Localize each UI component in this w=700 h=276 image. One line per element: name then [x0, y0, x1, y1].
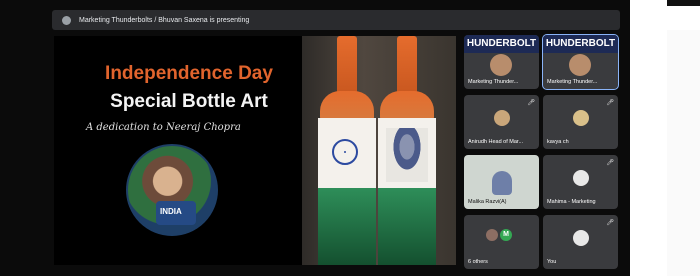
athlete-photo: INDIA — [126, 144, 218, 236]
portrait-sketch — [386, 128, 428, 182]
participant-tile[interactable]: HUNDERBOLT Marketing Thunder... — [464, 35, 539, 89]
mic-off-icon: 🎤︎ — [606, 160, 614, 166]
participant-avatar — [573, 110, 589, 126]
participant-name: Marketing Thunder... — [547, 79, 598, 85]
participant-name: Malika Razvi(A) — [468, 199, 507, 205]
bottle-art-photo — [302, 36, 456, 265]
jersey-text: INDIA — [160, 207, 182, 216]
self-tile[interactable]: 🎤︎ You — [543, 215, 618, 269]
bottle-right — [376, 36, 438, 265]
mic-off-icon: 🎤︎ — [606, 220, 614, 226]
participant-tile[interactable]: HUNDERBOLT Marketing Thunder... — [542, 34, 619, 90]
participant-name: Marketing Thunder... — [468, 79, 519, 85]
others-tile[interactable]: M 6 others — [464, 215, 539, 269]
tile-banner: HUNDERBOLT — [464, 35, 539, 53]
participant-video — [569, 54, 591, 76]
participant-tile[interactable]: Malika Razvi(A) — [464, 155, 539, 209]
participant-tile[interactable]: 🎤︎ Anirudh Head of Mar... — [464, 95, 539, 149]
tile-banner: HUNDERBOLT — [543, 35, 618, 53]
slide-subtitle: A dedication to Neeraj Chopra — [86, 122, 241, 133]
participant-name: kavya ch — [547, 139, 569, 145]
participant-avatar — [494, 110, 510, 126]
presentation-icon — [62, 15, 71, 25]
others-count: 6 others — [468, 259, 488, 265]
presenting-label: Marketing Thunderbolts / Bhuvan Saxena i… — [79, 16, 250, 24]
participant-tile[interactable]: 🎤︎ kavya ch — [543, 95, 618, 149]
adjacent-titlebar — [667, 0, 700, 6]
participant-video — [492, 171, 512, 195]
slide-title-line2: Special Bottle Art — [110, 91, 268, 112]
slide-title-line1: Independence Day — [105, 63, 273, 84]
mic-off-icon: 🎤︎ — [527, 100, 535, 106]
mic-off-icon: 🎤︎ — [606, 100, 614, 106]
bottle-left — [316, 36, 378, 265]
participant-avatar — [486, 229, 498, 241]
adjacent-window — [640, 0, 700, 276]
self-avatar — [573, 230, 589, 246]
participant-avatar: M — [500, 229, 512, 241]
ashoka-chakra-icon — [332, 139, 358, 165]
participant-tile[interactable]: 🎤︎ Mahima - Marketing — [543, 155, 618, 209]
meeting-window: Marketing Thunderbolts / Bhuvan Saxena i… — [0, 0, 630, 276]
presenting-bar[interactable]: Marketing Thunderbolts / Bhuvan Saxena i… — [52, 10, 620, 30]
adjacent-content — [667, 30, 700, 276]
participant-video — [490, 54, 512, 76]
shared-screen[interactable]: Independence Day Special Bottle Art A de… — [54, 36, 456, 265]
participant-name: Anirudh Head of Mar... — [468, 139, 524, 145]
self-name: You — [547, 259, 557, 265]
participant-name: Mahima - Marketing — [547, 199, 596, 205]
participant-avatar — [573, 170, 589, 186]
